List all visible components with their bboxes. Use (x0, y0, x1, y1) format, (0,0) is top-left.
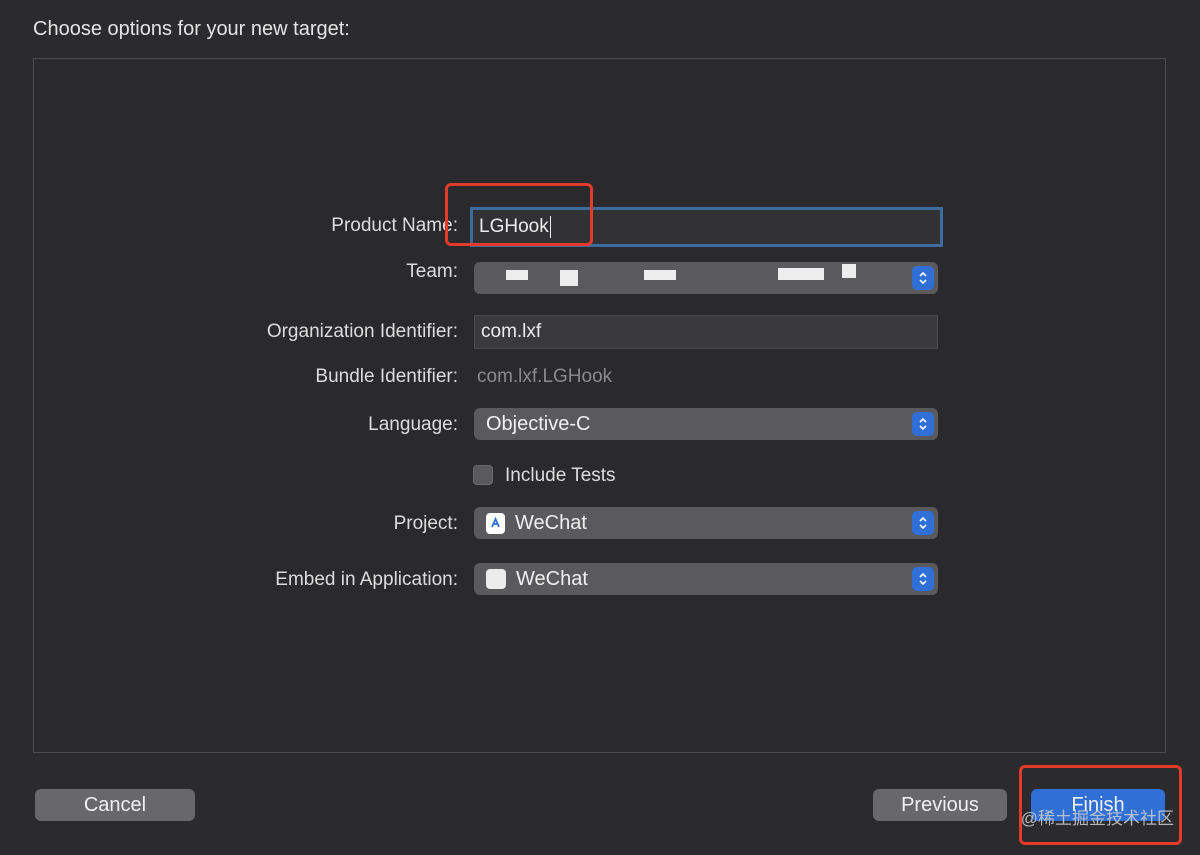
redacted-mark (778, 268, 824, 280)
project-popup[interactable]: WeChat (474, 507, 938, 539)
dialog-title: Choose options for your new target: (33, 18, 350, 40)
chevron-updown-icon (912, 511, 934, 535)
xcode-project-icon (486, 512, 505, 534)
redacted-mark (644, 270, 676, 280)
include-tests-label: Include Tests (505, 465, 616, 486)
chevron-updown-icon (912, 412, 934, 436)
watermark: @稀土掘金技术社区 (1020, 809, 1174, 828)
previous-button[interactable]: Previous (873, 789, 1007, 821)
annotation-box-product-name (445, 183, 593, 246)
redacted-mark (506, 270, 528, 280)
include-tests-checkbox[interactable] (473, 465, 493, 485)
product-name-label: Product Name: (331, 215, 458, 236)
app-icon (486, 569, 506, 589)
language-label: Language: (368, 414, 458, 435)
project-label: Project: (393, 513, 458, 534)
options-panel (33, 58, 1166, 753)
organization-identifier-input[interactable]: com.lxf (474, 315, 938, 349)
organization-identifier-label: Organization Identifier: (266, 321, 458, 342)
team-popup[interactable] (474, 262, 938, 294)
embed-in-application-popup[interactable]: WeChat (474, 563, 938, 595)
project-value: WeChat (515, 511, 587, 534)
cancel-button[interactable]: Cancel (35, 789, 195, 821)
chevron-updown-icon (912, 266, 934, 290)
language-value: Objective-C (486, 412, 591, 435)
redacted-mark (842, 264, 856, 278)
bundle-identifier-label: Bundle Identifier: (315, 366, 458, 387)
team-label: Team: (406, 261, 458, 282)
redacted-mark (560, 270, 578, 286)
chevron-updown-icon (912, 567, 934, 591)
embed-in-application-value: WeChat (516, 567, 588, 590)
embed-in-application-label: Embed in Application: (275, 569, 458, 590)
bundle-identifier-value: com.lxf.LGHook (477, 366, 613, 387)
language-popup[interactable]: Objective-C (474, 408, 938, 440)
organization-identifier-value: com.lxf (481, 321, 542, 342)
